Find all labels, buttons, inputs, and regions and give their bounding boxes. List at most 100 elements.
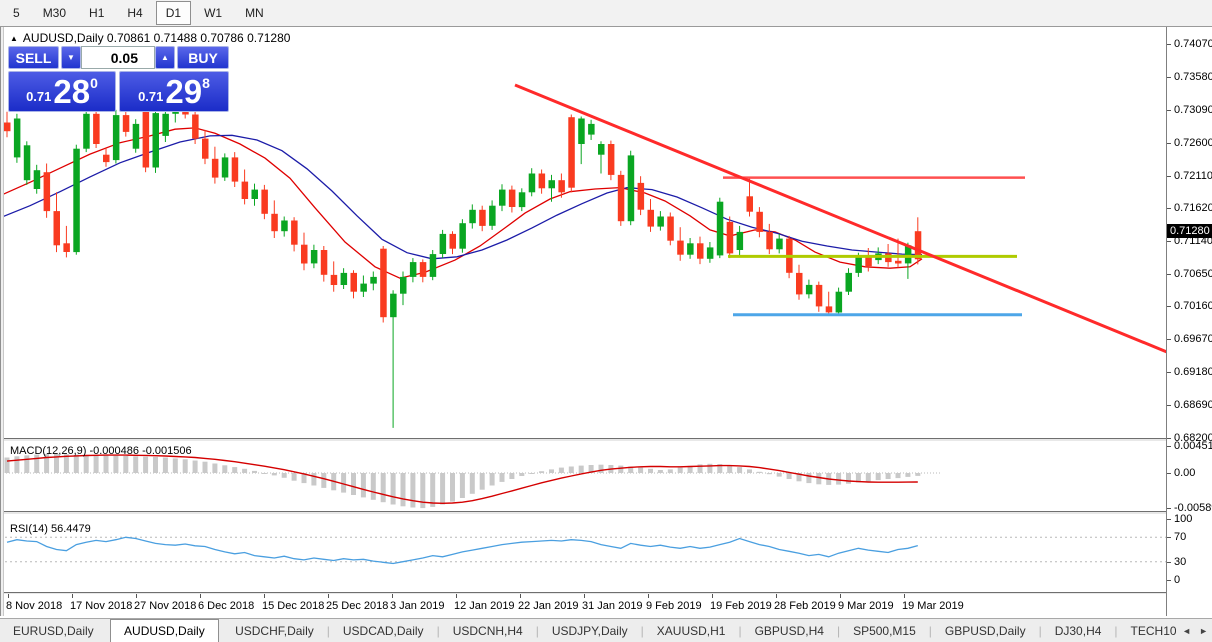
macd-histogram-bar [410, 473, 416, 508]
buy-price-button[interactable]: 0.71 29 8 [119, 71, 229, 112]
sell-price-button[interactable]: 0.71 28 0 [8, 71, 116, 112]
candle-body [93, 113, 100, 144]
candle-body [271, 213, 278, 232]
time-axis-tick [520, 594, 521, 598]
macd-histogram-bar [657, 470, 663, 473]
macd-histogram-bar [509, 473, 515, 479]
macd-histogram-bar [172, 458, 178, 473]
macd-histogram-bar [321, 473, 327, 488]
time-axis[interactable]: 8 Nov 2018 17 Nov 2018 27 Nov 2018 6 Dec 20… [0, 594, 1166, 616]
volume-decrease-button[interactable]: ▼ [61, 46, 81, 69]
tab-usdjpy-daily[interactable]: USDJPY,Daily [539, 619, 641, 642]
price-axis-label: 0.70160 [1174, 300, 1212, 312]
candle-body [162, 113, 169, 136]
rsi-pane[interactable] [0, 515, 1166, 592]
time-axis-label: 6 Dec 2018 [198, 600, 255, 612]
macd-histogram-bar [568, 466, 574, 473]
candle-body [202, 138, 209, 159]
tab-eurusd-daily[interactable]: EURUSD,Daily [0, 619, 107, 642]
macd-histogram-bar [192, 460, 198, 473]
tab-xauusd-h1[interactable]: XAUUSD,H1 [644, 619, 739, 642]
tab-gbpusd-daily[interactable]: GBPUSD,Daily [932, 619, 1039, 642]
time-axis-tick [840, 594, 841, 598]
candle-body [301, 244, 308, 264]
timeframe-button-h1[interactable]: H1 [79, 1, 114, 25]
macd-histogram-bar [113, 455, 119, 473]
timeframe-button-mn[interactable]: MN [235, 1, 274, 25]
timeframe-button-5[interactable]: 5 [3, 1, 30, 25]
macd-histogram-bar [865, 473, 871, 482]
tab-audusd-daily[interactable]: AUDUSD,Daily [110, 619, 219, 642]
tab-sp500-m15[interactable]: SP500,M15 [840, 619, 929, 642]
rsi-indicator-label: RSI(14) 56.4479 [10, 523, 91, 535]
macd-histogram-bar [133, 456, 139, 473]
macd-histogram-bar [519, 473, 525, 476]
candle-body [439, 233, 447, 254]
macd-histogram-bar [776, 473, 782, 477]
timeframe-button-d1[interactable]: D1 [155, 1, 192, 25]
price-axis-tick [1167, 44, 1171, 45]
tab-dj30-h4[interactable]: DJ30,H4 [1042, 619, 1115, 642]
buy-button[interactable]: BUY [177, 46, 229, 69]
time-axis-tick [776, 594, 777, 598]
timeframe-button-w1[interactable]: W1 [194, 1, 232, 25]
time-axis-tick [200, 594, 201, 598]
macd-histogram-bar [311, 473, 317, 486]
time-axis-label: 19 Mar 2019 [902, 600, 964, 612]
time-axis-label: 12 Jan 2019 [454, 600, 515, 612]
candle-body [33, 170, 41, 189]
timeframe-button-m30[interactable]: M30 [33, 1, 76, 25]
macd-histogram-bar [469, 473, 475, 494]
macd-histogram-bar [153, 456, 158, 473]
tab-usdcad-daily[interactable]: USDCAD,Daily [330, 619, 437, 642]
candle-body [419, 262, 427, 277]
candle-body [736, 231, 744, 250]
price-axis-tick [1167, 339, 1171, 340]
tab-usdchf-daily[interactable]: USDCHF,Daily [222, 619, 327, 642]
tabs-scroll-right-icon[interactable]: ► [1199, 626, 1208, 636]
time-axis-tick [648, 594, 649, 598]
macd-histogram-bar [598, 464, 604, 473]
price-axis-tick [1167, 77, 1171, 78]
price-axis-tick [1167, 372, 1171, 373]
macd-histogram-bar [549, 469, 554, 473]
macd-histogram-bar [83, 454, 89, 473]
price-axis-label: 0.70650 [1174, 268, 1212, 280]
candle-body [716, 201, 724, 256]
time-axis-label: 17 Nov 2018 [70, 600, 133, 612]
candle-body [706, 247, 714, 259]
macd-histogram-bar [390, 473, 396, 505]
macd-histogram-bar [648, 468, 653, 473]
sell-button[interactable]: SELL [8, 46, 59, 69]
chart-title: ▲ AUDUSD,Daily 0.70861 0.71488 0.70786 0.… [10, 31, 290, 45]
volume-increase-button[interactable]: ▲ [155, 46, 175, 69]
candle-body [43, 172, 51, 212]
price-axis-tick [1167, 438, 1171, 439]
candle-body [647, 209, 654, 227]
tab-usdcnh-h4[interactable]: USDCNH,H4 [440, 619, 536, 642]
candle-body [617, 174, 625, 222]
rsi-axis-label: 30 [1174, 556, 1187, 568]
collapse-panel-icon[interactable]: ▲ [10, 34, 18, 43]
macd-histogram-bar [677, 467, 683, 473]
macd-histogram-bar [806, 473, 812, 484]
macd-histogram-bar [489, 473, 495, 486]
candle-body [726, 221, 734, 254]
price-axis[interactable]: 0.74070 0.73580 0.73090 0.72600 0.72110 0.716… [1166, 27, 1212, 616]
chart-title-text: AUDUSD,Daily 0.70861 0.71488 0.70786 0.7… [22, 31, 291, 45]
sell-price-main: 28 [53, 72, 91, 110]
macd-histogram-bar [162, 457, 168, 473]
price-axis-label: 0.69670 [1174, 333, 1212, 345]
candle-body [103, 154, 110, 163]
rsi-axis-tick [1167, 519, 1171, 520]
macd-histogram-bar [370, 473, 376, 500]
candle-body [132, 123, 140, 149]
tabs-scroll-left-icon[interactable]: ◄ [1182, 626, 1191, 636]
tab-gbpusd-h4[interactable]: GBPUSD,H4 [742, 619, 837, 642]
timeframe-button-h4[interactable]: H4 [117, 1, 152, 25]
chart-tab-bar: EURUSD,Daily AUDUSD,Daily USDCHF,Daily | U… [0, 618, 1212, 642]
price-axis-tick [1167, 274, 1171, 275]
candle-body [627, 155, 635, 222]
candle-body [895, 260, 902, 264]
volume-input[interactable] [81, 46, 155, 69]
